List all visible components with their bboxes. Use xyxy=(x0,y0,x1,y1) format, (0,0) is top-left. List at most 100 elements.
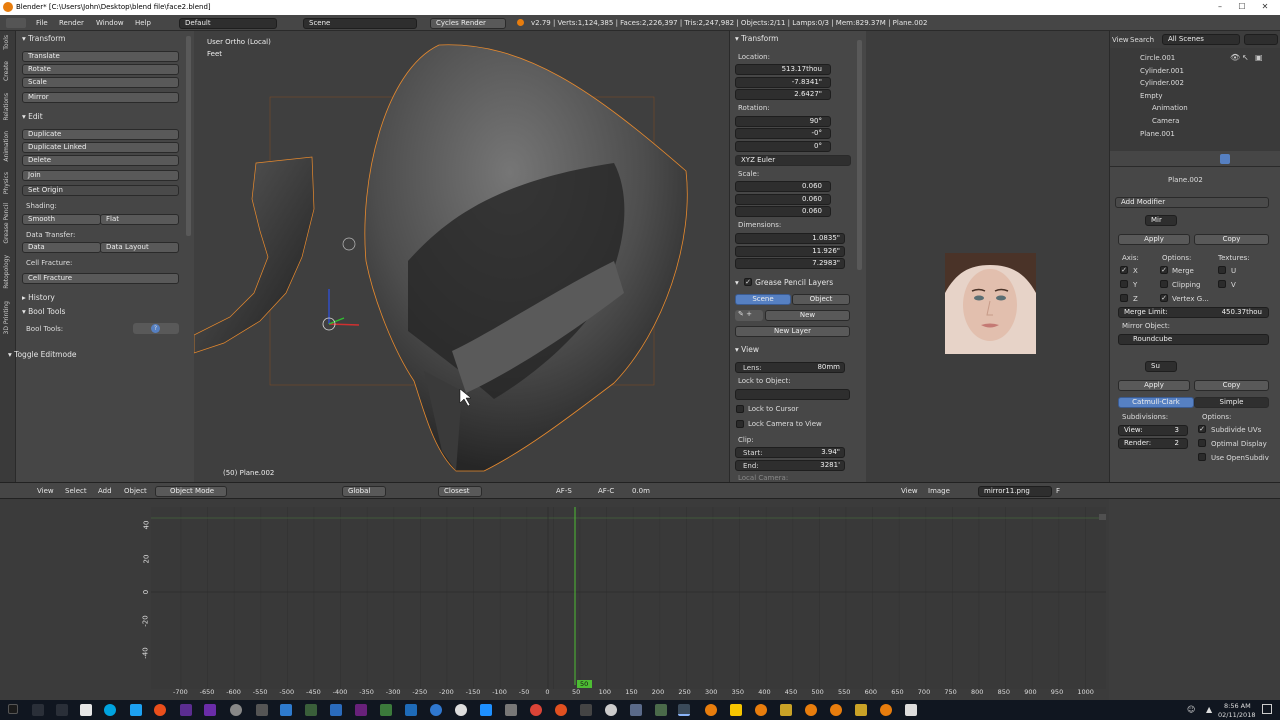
merge-checkbox[interactable]: ✓ xyxy=(1160,266,1168,274)
location-z-field[interactable]: 2.6427" xyxy=(735,89,831,100)
flat-button[interactable]: Flat xyxy=(100,214,179,225)
dimension-z-field[interactable]: 7.2983" xyxy=(735,258,845,269)
render-icon[interactable]: ▣ xyxy=(1255,53,1263,62)
orientation-select[interactable]: Global xyxy=(342,486,386,497)
layout-select[interactable]: Default xyxy=(179,18,277,29)
tab-physics[interactable]: Physics xyxy=(3,172,10,194)
tab-grease-pencil[interactable]: Grease Pencil xyxy=(3,203,10,244)
blender-icon-3[interactable] xyxy=(755,704,767,716)
app-icon-20[interactable] xyxy=(855,704,867,716)
image-fake-user[interactable]: F xyxy=(1056,487,1060,495)
clock-time[interactable]: 8:56 AM xyxy=(1224,702,1251,710)
app-icon-14[interactable] xyxy=(580,704,592,716)
rotation-mode-select[interactable]: XYZ Euler xyxy=(735,155,851,166)
app-icon-18[interactable] xyxy=(730,704,742,716)
maximize-button[interactable]: ☐ xyxy=(1235,2,1249,12)
tab-3d-printing[interactable]: 3D Printing xyxy=(3,301,10,334)
tool-shelf-scrollbar[interactable] xyxy=(186,36,191,236)
toggle-editmode-header[interactable]: ▾ Toggle Editmode xyxy=(8,350,76,359)
blender-taskbar-icon[interactable] xyxy=(678,704,690,716)
vscode-icon[interactable] xyxy=(330,704,342,716)
minimize-button[interactable]: – xyxy=(1213,2,1227,12)
rotation-z-field[interactable]: 0° xyxy=(735,141,831,152)
gp-scene-button[interactable]: Scene xyxy=(735,294,791,305)
app-icon-4[interactable] xyxy=(256,704,268,716)
subdivide-uvs-checkbox[interactable]: ✓ xyxy=(1198,425,1206,433)
mail-icon[interactable] xyxy=(80,704,92,716)
location-x-field[interactable]: 513.17thou xyxy=(735,64,831,75)
subsurf-copy-button[interactable]: Copy xyxy=(1194,380,1269,391)
outliner-item-empty[interactable]: Empty xyxy=(1140,92,1163,100)
mirror-object-field[interactable]: Roundcube xyxy=(1118,334,1269,345)
translate-button[interactable]: Translate xyxy=(22,51,179,62)
close-button[interactable]: ✕ xyxy=(1258,2,1272,12)
app-icon-1[interactable] xyxy=(180,704,192,716)
task-view-icon[interactable] xyxy=(56,704,68,716)
render-engine-select[interactable]: Cycles Render xyxy=(430,18,506,29)
merge-limit-field[interactable]: Merge Limit: 450.37thou xyxy=(1118,307,1269,318)
3d-viewport[interactable]: User Ortho (Local) Feet (50) Plane.002 xyxy=(194,31,729,482)
image-image-menu[interactable]: Image xyxy=(928,487,950,495)
outliner-item-animation[interactable]: Animation xyxy=(1152,104,1188,112)
visual-studio-icon[interactable] xyxy=(355,704,367,716)
header-view-menu[interactable]: View xyxy=(37,487,54,495)
cell-fracture-button[interactable]: Cell Fracture xyxy=(22,273,179,284)
subsurf-modifier-name[interactable]: Su xyxy=(1145,361,1177,372)
image-file-field[interactable]: mirror11.png xyxy=(978,486,1052,497)
vertex-groups-checkbox[interactable]: ✓ xyxy=(1160,294,1168,302)
tab-retopology[interactable]: Retopology xyxy=(3,255,10,289)
af-s-label[interactable]: AF-S xyxy=(556,487,572,495)
gp-object-button[interactable]: Object xyxy=(792,294,850,305)
mirror-button[interactable]: Mirror xyxy=(22,92,179,103)
subsurf-apply-button[interactable]: Apply xyxy=(1118,380,1190,391)
texture-u-checkbox[interactable] xyxy=(1218,266,1226,274)
scale-y-field[interactable]: 0.060 xyxy=(735,194,831,205)
search-icon[interactable] xyxy=(32,704,44,716)
notification-icon[interactable] xyxy=(1262,704,1272,714)
app-icon-17[interactable] xyxy=(655,704,667,716)
app-icon-11[interactable] xyxy=(480,704,492,716)
n-transform-header[interactable]: ▾ Transform xyxy=(735,34,778,43)
clock-date[interactable]: 02/11/2018 xyxy=(1218,711,1255,719)
data-layout-button[interactable]: Data Layout xyxy=(100,242,179,253)
gizmo-y-axis[interactable] xyxy=(328,317,345,325)
axis-y-checkbox[interactable] xyxy=(1120,280,1128,288)
origin-icon[interactable] xyxy=(154,704,166,716)
scale-x-field[interactable]: 0.060 xyxy=(735,181,831,192)
menu-window[interactable]: Window xyxy=(96,19,124,27)
header-select-menu[interactable]: Select xyxy=(65,487,87,495)
editor-type-icon[interactable] xyxy=(6,18,26,28)
selectable-icon[interactable]: ↖ xyxy=(1242,53,1249,62)
rotation-y-field[interactable]: -0° xyxy=(735,128,831,139)
opensubdiv-checkbox[interactable] xyxy=(1198,453,1206,461)
subdiv-render-field[interactable]: Render: 2 xyxy=(1118,438,1188,449)
outliner-item-cylinder-002[interactable]: Cylinder.002 xyxy=(1140,79,1184,87)
outliner-item-camera[interactable]: Camera xyxy=(1152,117,1179,125)
app-icon-9[interactable] xyxy=(430,704,442,716)
scale-z-field[interactable]: 0.060 xyxy=(735,206,831,217)
app-icon-5[interactable] xyxy=(280,704,292,716)
outliner-item-circle[interactable]: Circle.001 xyxy=(1140,54,1175,62)
app-icon-13[interactable] xyxy=(555,704,567,716)
grease-pencil-header[interactable]: ▾ Grease Pencil Layers xyxy=(735,278,833,287)
catmull-clark-button[interactable]: Catmull-Clark xyxy=(1118,397,1194,408)
blender-icon-2[interactable] xyxy=(705,704,717,716)
edit-header[interactable]: ▾ Edit xyxy=(22,112,43,121)
delete-button[interactable]: Delete xyxy=(22,155,179,166)
skype-icon[interactable] xyxy=(104,704,116,716)
app-icon-3[interactable] xyxy=(230,704,242,716)
app-icon-19[interactable] xyxy=(780,704,792,716)
app-icon-21[interactable] xyxy=(905,704,917,716)
properties-tabs[interactable] xyxy=(1110,151,1280,167)
lock-cursor-checkbox[interactable] xyxy=(736,405,744,413)
menu-render[interactable]: Render xyxy=(59,19,84,27)
join-button[interactable]: Join xyxy=(22,170,179,181)
blender-icon-4[interactable] xyxy=(805,704,817,716)
snap-target-select[interactable]: Closest xyxy=(438,486,482,497)
app-icon-12[interactable] xyxy=(505,704,517,716)
header-object-menu[interactable]: Object xyxy=(124,487,147,495)
set-origin-menu[interactable]: Set Origin xyxy=(22,185,179,196)
menu-help[interactable]: Help xyxy=(135,19,151,27)
smooth-button[interactable]: Smooth xyxy=(22,214,101,225)
app-icon-6[interactable] xyxy=(305,704,317,716)
